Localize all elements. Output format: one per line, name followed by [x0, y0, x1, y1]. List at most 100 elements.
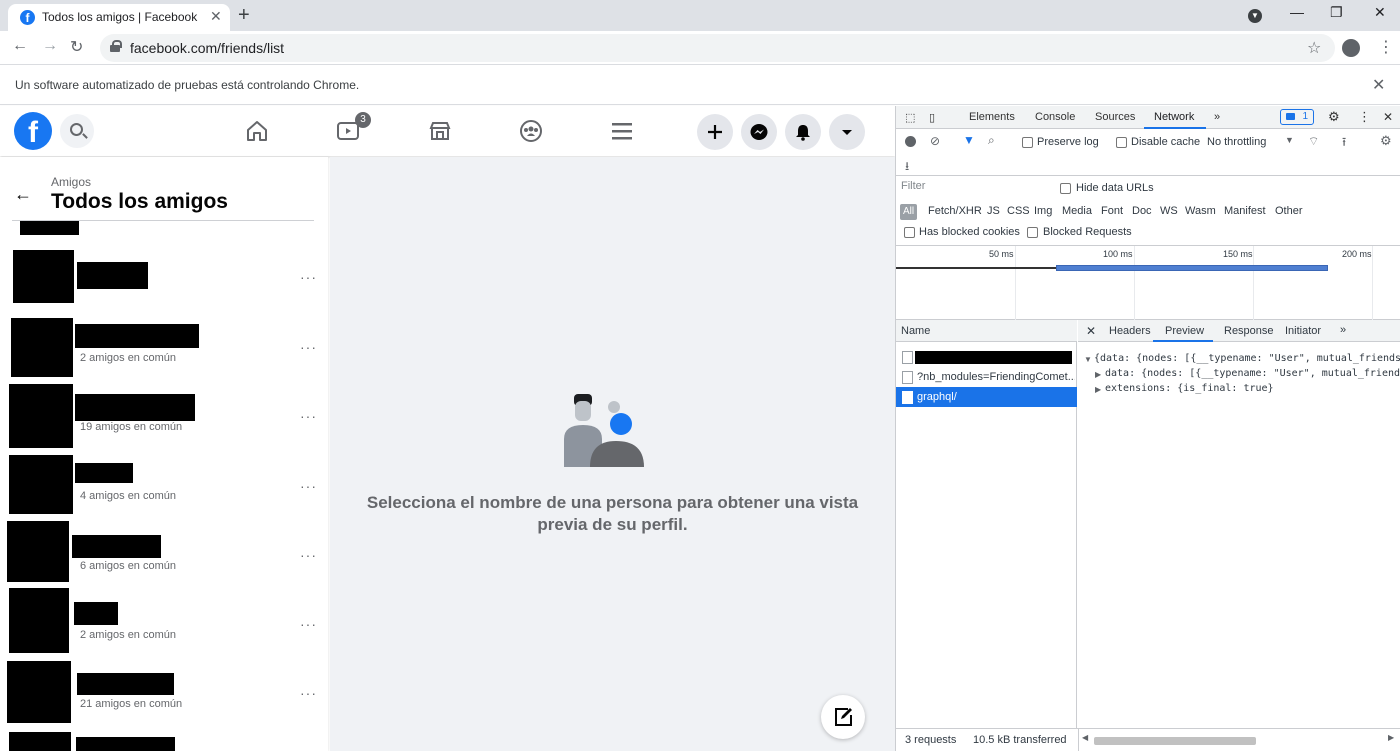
- more-options-icon[interactable]: ···: [300, 685, 317, 701]
- avatar[interactable]: [9, 732, 71, 751]
- tab-close-icon[interactable]: ✕: [210, 8, 222, 25]
- nav-groups[interactable]: [511, 116, 551, 146]
- nav-marketplace[interactable]: [420, 116, 460, 146]
- tab-preview[interactable]: Preview: [1165, 325, 1204, 337]
- preserve-log-label[interactable]: Preserve log: [1037, 136, 1099, 148]
- back-button[interactable]: ←: [12, 37, 28, 55]
- avatar[interactable]: [13, 250, 74, 303]
- new-tab-button[interactable]: +: [238, 4, 250, 27]
- create-button[interactable]: [697, 114, 733, 150]
- account-button[interactable]: [829, 114, 865, 150]
- avatar[interactable]: [7, 661, 71, 723]
- reload-button[interactable]: ↻: [70, 37, 83, 57]
- avatar[interactable]: [9, 588, 69, 653]
- more-tabs-icon[interactable]: »: [1214, 111, 1220, 123]
- issues-badge[interactable]: 1: [1280, 109, 1314, 125]
- chrome-menu-icon[interactable]: ⋮: [1378, 37, 1394, 57]
- type-filter-media[interactable]: Media: [1062, 205, 1092, 217]
- lock-icon[interactable]: [110, 40, 122, 52]
- horizontal-scrollbar[interactable]: [1094, 737, 1256, 745]
- more-options-icon[interactable]: ···: [300, 339, 317, 355]
- type-filter-js[interactable]: JS: [987, 205, 1000, 217]
- request-row[interactable]: ?nb_modules=FriendingComet...: [896, 367, 1077, 387]
- breadcrumb[interactable]: Amigos: [51, 175, 91, 189]
- record-icon[interactable]: [905, 136, 916, 147]
- type-filter-ws[interactable]: WS: [1160, 205, 1178, 217]
- messenger-button[interactable]: [741, 114, 777, 150]
- friend-name[interactable]: [75, 463, 133, 483]
- chrome-media-icon[interactable]: ▼: [1248, 9, 1262, 23]
- type-filter-css[interactable]: CSS: [1007, 205, 1030, 217]
- has-blocked-cookies-label[interactable]: Has blocked cookies: [919, 226, 1020, 238]
- notifications-button[interactable]: [785, 114, 821, 150]
- clear-icon[interactable]: ⊘: [930, 134, 940, 148]
- type-filter-all[interactable]: All: [900, 204, 917, 220]
- type-filter-wasm[interactable]: Wasm: [1185, 205, 1216, 217]
- more-options-icon[interactable]: ···: [300, 616, 317, 632]
- network-settings-icon[interactable]: ⚙: [1380, 133, 1392, 149]
- filter-input[interactable]: Filter: [901, 180, 1049, 196]
- facebook-search-button[interactable]: [60, 114, 94, 148]
- settings-gear-icon[interactable]: ⚙: [1328, 109, 1340, 125]
- preview-line[interactable]: {data: {nodes: [{__typename: "User", mut…: [1094, 353, 1400, 364]
- friend-name[interactable]: [75, 394, 195, 421]
- browser-tab[interactable]: f Todos los amigos | Facebook ✕: [8, 4, 230, 31]
- name-column-label[interactable]: Name: [901, 325, 930, 337]
- minimize-button[interactable]: —: [1290, 4, 1304, 20]
- maximize-button[interactable]: ❐: [1330, 4, 1343, 21]
- has-blocked-cookies-checkbox[interactable]: [904, 227, 915, 238]
- type-filter-img[interactable]: Img: [1034, 205, 1052, 217]
- inspect-element-icon[interactable]: ⬚: [905, 111, 915, 124]
- avatar[interactable]: [9, 455, 73, 514]
- blocked-requests-checkbox[interactable]: [1027, 227, 1038, 238]
- friend-name[interactable]: [76, 737, 175, 751]
- blocked-requests-label[interactable]: Blocked Requests: [1043, 226, 1132, 238]
- url-text[interactable]: facebook.com/friends/list: [130, 40, 284, 56]
- throttling-select[interactable]: No throttling: [1207, 136, 1266, 148]
- type-filter-font[interactable]: Font: [1101, 205, 1123, 217]
- tab-sources[interactable]: Sources: [1095, 111, 1135, 123]
- hide-data-urls-checkbox[interactable]: [1060, 183, 1071, 194]
- devtools-menu-icon[interactable]: ⋮: [1358, 109, 1371, 125]
- export-har-icon[interactable]: ⭳: [905, 157, 909, 178]
- tab-initiator[interactable]: Initiator: [1285, 325, 1321, 337]
- type-filter-doc[interactable]: Doc: [1132, 205, 1152, 217]
- infobar-close-icon[interactable]: ✕: [1372, 75, 1385, 95]
- preview-line[interactable]: data: {nodes: [{__typename: "User", mutu…: [1105, 368, 1400, 379]
- new-message-button[interactable]: [821, 695, 865, 739]
- bookmark-star-icon[interactable]: ☆: [1307, 38, 1321, 58]
- avatar[interactable]: [11, 318, 73, 377]
- search-icon[interactable]: ⌕: [988, 133, 995, 148]
- hide-data-urls-label[interactable]: Hide data URLs: [1076, 182, 1154, 194]
- scroll-right-icon[interactable]: ▶: [1388, 733, 1394, 742]
- forward-button[interactable]: →: [42, 37, 58, 55]
- preview-line[interactable]: extensions: {is_final: true}: [1105, 383, 1274, 394]
- friend-name[interactable]: [74, 602, 118, 625]
- device-toolbar-icon[interactable]: ▯: [929, 111, 935, 124]
- friend-name[interactable]: [75, 324, 199, 348]
- more-detail-tabs-icon[interactable]: »: [1340, 324, 1346, 336]
- avatar[interactable]: [9, 384, 73, 448]
- more-options-icon[interactable]: ···: [300, 478, 317, 494]
- type-filter-other[interactable]: Other: [1275, 205, 1303, 217]
- disable-cache-label[interactable]: Disable cache: [1131, 136, 1200, 148]
- disable-cache-checkbox[interactable]: [1116, 137, 1127, 148]
- network-conditions-icon[interactable]: ⌔: [1308, 134, 1319, 149]
- tab-headers[interactable]: Headers: [1109, 325, 1151, 337]
- more-options-icon[interactable]: ···: [300, 269, 317, 285]
- devtools-close-icon[interactable]: ✕: [1383, 110, 1393, 124]
- request-row[interactable]: [896, 347, 1077, 367]
- type-filter-fetch-xhr[interactable]: Fetch/XHR: [928, 205, 982, 217]
- tab-console[interactable]: Console: [1035, 111, 1075, 123]
- import-har-icon[interactable]: ⭱: [1342, 133, 1346, 154]
- expand-triangle-icon[interactable]: ▼: [1084, 355, 1092, 364]
- tab-elements[interactable]: Elements: [969, 111, 1015, 123]
- facebook-logo-icon[interactable]: f: [14, 112, 52, 150]
- detail-close-icon[interactable]: ✕: [1086, 324, 1096, 338]
- avatar[interactable]: [7, 521, 69, 582]
- window-close-button[interactable]: ✕: [1374, 4, 1386, 21]
- address-bar[interactable]: facebook.com/friends/list ☆: [100, 34, 1335, 62]
- back-arrow-icon[interactable]: ←: [14, 184, 32, 205]
- friend-name[interactable]: [72, 535, 161, 558]
- type-filter-manifest[interactable]: Manifest: [1224, 205, 1266, 217]
